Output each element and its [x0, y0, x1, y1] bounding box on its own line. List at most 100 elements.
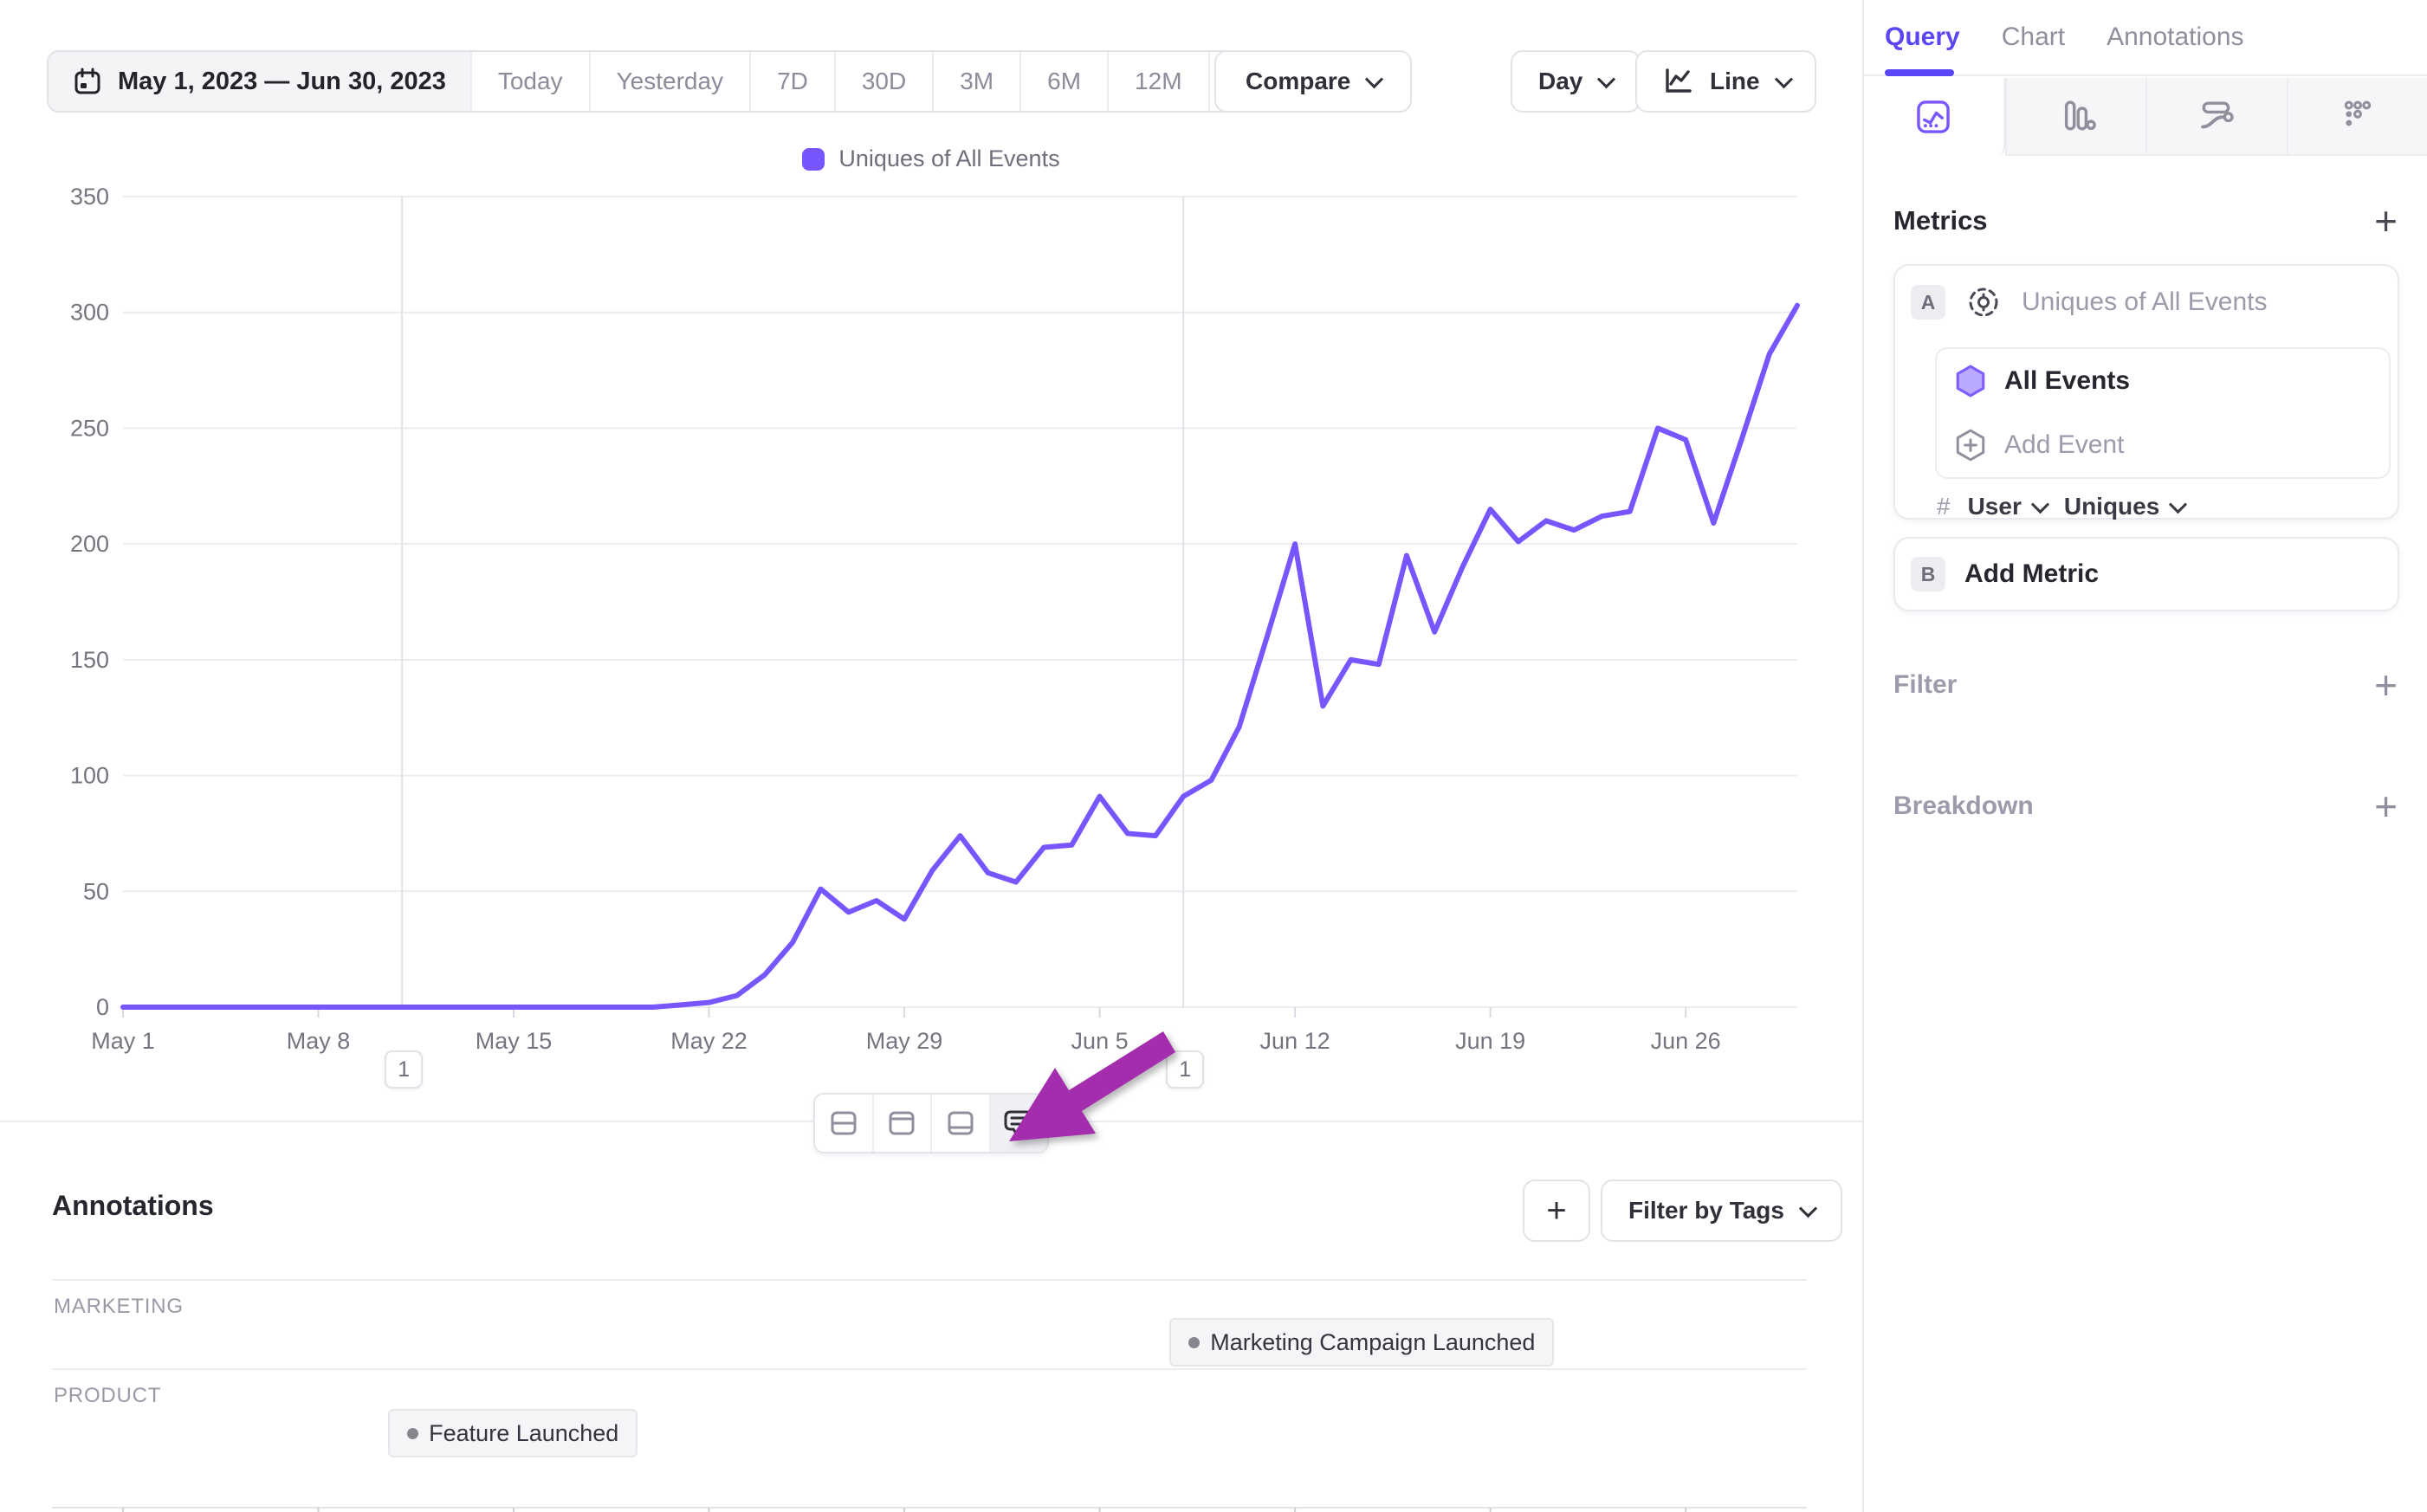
metric-name: Uniques of All Events [2022, 288, 2268, 317]
svg-text:0: 0 [96, 994, 109, 1020]
preset-6m-button[interactable]: 6M [1019, 52, 1107, 111]
chart-view-tabs [1864, 78, 2427, 156]
insights-view-tab[interactable] [1864, 78, 2005, 156]
event-hexagon-icon [1954, 364, 1987, 398]
svg-text:May 8: May 8 [287, 1028, 351, 1054]
annotation-group-product: PRODUCT [52, 1368, 1807, 1509]
sidebar-tabs: Query Chart Annotations [1864, 0, 2427, 76]
breakdown-title: Breakdown [1893, 792, 2034, 821]
tab-query[interactable]: Query [1885, 23, 1960, 52]
measure-entity-label: User [1968, 493, 2022, 520]
preset-yesterday-button[interactable]: Yesterday [589, 52, 750, 111]
measure-entity-selector[interactable]: User [1968, 493, 2047, 520]
metric-letter-badge: A [1911, 285, 1945, 320]
add-event-hexagon-icon [1954, 428, 1987, 462]
split-middle-layout-button[interactable] [815, 1095, 872, 1152]
flows-view-tab[interactable] [2145, 78, 2287, 156]
calendar-icon [73, 67, 102, 96]
line-chart-icon [1661, 64, 1696, 99]
preset-12m-button[interactable]: 12M [1107, 52, 1207, 111]
chevron-down-icon [1774, 70, 1792, 88]
header-layout-button[interactable] [872, 1095, 931, 1152]
add-annotation-button[interactable]: + [1523, 1179, 1590, 1242]
footer-layout-icon [941, 1103, 981, 1143]
split-middle-layout-icon [824, 1103, 864, 1143]
flows-icon [2195, 94, 2238, 138]
svg-text:May 15: May 15 [476, 1028, 553, 1054]
add-event-label: Add Event [2004, 430, 2124, 460]
compare-label: Compare [1246, 68, 1350, 95]
query-sidebar: Query Chart Annotations [1862, 0, 2427, 1512]
add-breakdown-plus-icon[interactable]: + [2374, 786, 2398, 826]
annotation-group-label: MARKETING [54, 1295, 1807, 1319]
date-range-toolbar: May 1, 2023 — Jun 30, 2023 Today Yesterd… [47, 50, 1339, 113]
date-range-button[interactable]: May 1, 2023 — Jun 30, 2023 [49, 52, 470, 111]
plus-icon: + [1546, 1192, 1566, 1231]
svg-text:100: 100 [70, 763, 109, 789]
svg-text:Jun 19: Jun 19 [1455, 1028, 1525, 1054]
metric-card-a: A Uniques of All Events All Events [1893, 264, 2399, 520]
preset-today-button[interactable]: Today [470, 52, 589, 111]
svg-text:200: 200 [70, 531, 109, 557]
filter-by-tags-label: Filter by Tags [1628, 1197, 1784, 1224]
annotation-chip[interactable]: Marketing Campaign Launched [1169, 1318, 1554, 1367]
measure-aggregation-label: Uniques [2064, 493, 2159, 520]
event-row-all-events[interactable]: All Events [1937, 349, 2389, 413]
metric-card-b: B Add Metric [1893, 537, 2399, 611]
preset-30d-button[interactable]: 30D [834, 52, 932, 111]
chevron-down-icon [2031, 495, 2049, 514]
measure-aggregation-selector[interactable]: Uniques [2064, 493, 2184, 520]
svg-text:May 1: May 1 [91, 1028, 155, 1054]
annotation-chip[interactable]: Feature Launched [388, 1409, 637, 1457]
add-event-row[interactable]: Add Event [1937, 413, 2389, 477]
event-gear-icon [1964, 283, 2003, 321]
add-filter-plus-icon[interactable]: + [2374, 665, 2398, 705]
compare-button[interactable]: Compare [1214, 50, 1412, 113]
annotations-section-title: Annotations [52, 1190, 214, 1222]
legend-color-swatch [802, 148, 825, 171]
event-list-card: All Events Add Event [1935, 347, 2391, 479]
chevron-down-icon [1597, 70, 1615, 88]
annotation-chip-label: Feature Launched [429, 1420, 618, 1447]
bar-view-tab[interactable] [2005, 78, 2146, 156]
add-metric-plus-icon[interactable]: + [2374, 201, 2398, 241]
annotation-dot-icon [407, 1428, 418, 1439]
metric-header-row[interactable]: A Uniques of All Events [1911, 283, 2268, 321]
measure-row: # User Uniques [1937, 493, 2184, 520]
breakdown-section-header: Breakdown + [1893, 786, 2398, 826]
svg-text:50: 50 [83, 878, 109, 904]
filter-by-tags-button[interactable]: Filter by Tags [1601, 1179, 1842, 1242]
annotation-count-badge[interactable]: 1 [385, 1050, 423, 1089]
preset-3m-button[interactable]: 3M [932, 52, 1019, 111]
metrics-title: Metrics [1893, 205, 1988, 236]
granularity-label: Day [1538, 68, 1582, 95]
insights-report-page: 050100150200250300350May 1May 8May 15May… [0, 0, 2427, 1512]
chevron-down-icon [1365, 70, 1383, 88]
annotation-chip-label: Marketing Campaign Launched [1210, 1329, 1535, 1356]
header-layout-icon [882, 1103, 922, 1143]
svg-text:May 22: May 22 [670, 1028, 748, 1054]
granularity-button[interactable]: Day [1511, 50, 1641, 113]
preset-7d-button[interactable]: 7D [749, 52, 834, 111]
chevron-down-icon [1799, 1199, 1817, 1218]
svg-text:Jun 12: Jun 12 [1260, 1028, 1330, 1054]
highlight-arrow [1005, 1024, 1178, 1146]
date-range-label: May 1, 2023 — Jun 30, 2023 [118, 68, 446, 96]
tab-annotations[interactable]: Annotations [2107, 23, 2243, 52]
chevron-down-icon [2169, 495, 2187, 514]
svg-text:Jun 26: Jun 26 [1651, 1028, 1721, 1054]
bar-chart-icon [2055, 94, 2098, 138]
tab-chart[interactable]: Chart [2002, 23, 2065, 52]
add-metric-row[interactable]: B Add Metric [1911, 539, 2099, 610]
annotation-group-label: PRODUCT [54, 1384, 1807, 1408]
metric-letter-badge: B [1911, 557, 1945, 591]
metrics-section-header: Metrics + [1893, 201, 2398, 241]
add-metric-label: Add Metric [1964, 559, 2099, 589]
svg-text:150: 150 [70, 647, 109, 673]
annotation-dot-icon [1188, 1337, 1200, 1348]
retention-view-tab[interactable] [2287, 78, 2427, 156]
active-tab-underline [1885, 69, 1954, 76]
chart-legend: Uniques of All Events [0, 145, 1862, 172]
footer-layout-button[interactable] [930, 1095, 989, 1152]
chart-type-button[interactable]: Line [1635, 50, 1816, 113]
